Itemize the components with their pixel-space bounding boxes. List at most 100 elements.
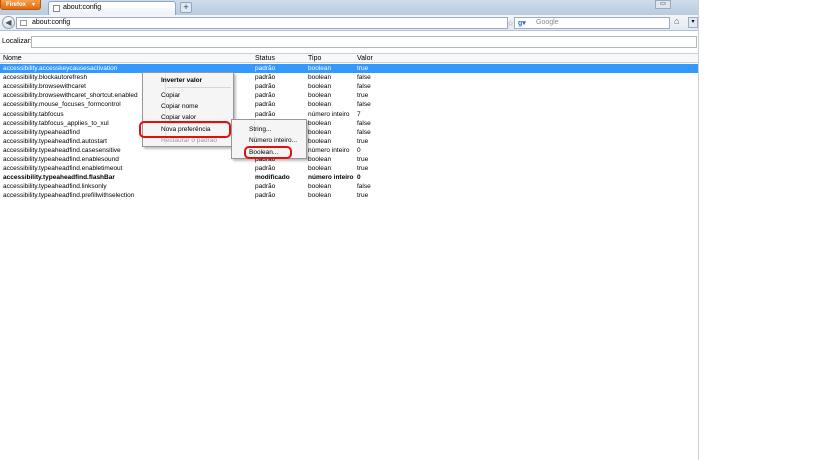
navigation-bar: ◀ about:config ☆ ↻ g▾ Google ⚲ ⌂ ▾: [0, 15, 698, 31]
menu-item-copy-name[interactable]: Copiar nome: [161, 103, 198, 110]
menu-separator: [167, 87, 231, 88]
cell-name: accessibility.typeaheadfind.linksonly: [3, 183, 107, 191]
cell-type: boolean: [308, 119, 332, 127]
search-placeholder: Google: [536, 19, 559, 26]
table-row[interactable]: accessibility.typeaheadfind.casesensitiv…: [0, 146, 698, 155]
table-row[interactable]: accessibility.tabfocus_applies_to_xulpad…: [0, 119, 698, 128]
new-tab-button[interactable]: +: [180, 2, 192, 13]
tab-title: about:config: [63, 4, 102, 11]
url-text: about:config: [32, 19, 71, 26]
cell-name: accessibility.typeaheadfind.enabletimeou…: [3, 165, 123, 173]
cell-value: true: [357, 192, 369, 200]
filter-label: Localizar:: [2, 38, 32, 45]
window-control-button[interactable]: ▭: [655, 0, 671, 9]
menu-item-toggle[interactable]: Inverter valor: [161, 77, 202, 84]
cell-type: número inteiro: [308, 110, 350, 118]
cell-name: accessibility.accesskeycausesactivation: [3, 65, 118, 72]
highlight-new-preference: [139, 121, 231, 138]
browser-window: Firefox ▼ about:config + ▭ ◀ about:confi…: [0, 0, 698, 460]
menu-item-integer[interactable]: Número inteiro...: [249, 137, 297, 144]
table-row[interactable]: accessibility.mouse_focuses_formcontrol p…: [0, 100, 698, 109]
cell-value: false: [357, 101, 371, 109]
cell-type: número inteiro: [308, 174, 354, 182]
cell-name: accessibility.typeaheadfind.enablesound: [3, 156, 119, 163]
chevron-down-icon: ▼: [31, 2, 36, 8]
cell-type: boolean: [308, 192, 332, 200]
page-icon: [53, 5, 60, 12]
google-icon[interactable]: g▾: [518, 19, 526, 27]
cell-status: padrão: [255, 83, 276, 91]
cell-type: boolean: [308, 92, 332, 100]
cell-value: false: [357, 119, 371, 127]
menu-item-copy-value[interactable]: Copiar valor: [161, 114, 196, 121]
column-header-value[interactable]: Valor: [357, 55, 373, 62]
table-row[interactable]: accessibility.typeaheadfind.enablesound p…: [0, 155, 698, 164]
menu-item-copy[interactable]: Copiar: [161, 92, 180, 99]
bookmarks-menu-icon[interactable]: ▾: [688, 17, 698, 28]
cell-value: false: [357, 183, 371, 191]
cell-status: padrão: [255, 110, 276, 118]
cell-status: padrão: [255, 65, 276, 72]
cell-value: false: [357, 74, 371, 82]
cell-value: 0: [357, 146, 361, 154]
cell-name: accessibility.typeaheadfind: [3, 128, 80, 136]
filter-bar: Localizar:: [0, 34, 698, 51]
cell-type: boolean: [308, 74, 332, 82]
cell-status: modificado: [255, 174, 290, 182]
menu-item-string[interactable]: String...: [249, 126, 271, 133]
back-arrow-icon[interactable]: ◀: [2, 16, 15, 29]
cell-type: boolean: [308, 137, 332, 145]
column-header-type[interactable]: Tipo: [308, 55, 321, 62]
cell-name: accessibility.tabfocus_applies_to_xul: [3, 119, 109, 127]
cell-type: boolean: [308, 101, 332, 109]
tab-strip: Firefox ▼ about:config + ▭: [0, 0, 698, 15]
cell-status: padrão: [255, 183, 276, 191]
table-row[interactable]: accessibility.typeaheadfind.enabletimeou…: [0, 164, 698, 173]
filter-input[interactable]: [31, 36, 697, 48]
table-row[interactable]: accessibility.accesskeycausesactivation p…: [0, 64, 698, 73]
cell-value: true: [357, 92, 369, 100]
table-row[interactable]: accessibility.browsewithcaret_shortcut.e…: [0, 91, 698, 100]
table-row[interactable]: accessibility.typeaheadfind.flashBar modi…: [0, 173, 698, 182]
cell-name: accessibility.typeaheadfind.prefillwiths…: [3, 192, 135, 200]
site-identity-icon[interactable]: [20, 20, 27, 26]
column-header-status[interactable]: Status: [255, 55, 275, 62]
cell-name: accessibility.browsewithcaret_shortcut.e…: [3, 92, 138, 100]
table-header: Nome Status Tipo Valor: [0, 53, 698, 63]
cell-type: boolean: [308, 83, 332, 91]
table-row[interactable]: accessibility.typeaheadfindpadrãoboolean…: [0, 128, 698, 137]
cell-name: accessibility.blockautorefresh: [3, 74, 88, 82]
firefox-menu-label: Firefox: [6, 2, 27, 8]
table-row[interactable]: accessibility.tabfocus padrão número intei…: [0, 110, 698, 119]
search-input[interactable]: g▾ Google ⚲: [514, 17, 670, 29]
cell-value: false: [357, 128, 371, 136]
cell-type: boolean: [308, 165, 332, 173]
scroll-cutoff: [0, 204, 698, 210]
cell-type: número inteiro: [308, 146, 350, 154]
window-edge: [698, 0, 699, 460]
table-row[interactable]: accessibility.typeaheadfind.autostartpad…: [0, 137, 698, 146]
cell-name: accessibility.browsewithcaret: [3, 83, 86, 91]
url-bar[interactable]: about:config ☆ ↻: [16, 17, 527, 29]
cell-type: boolean: [308, 183, 332, 191]
cell-type: boolean: [308, 128, 332, 136]
home-icon[interactable]: ⌂: [674, 16, 686, 28]
cell-value: true: [357, 156, 369, 163]
cell-value: true: [357, 65, 369, 72]
cell-value: true: [357, 165, 369, 173]
cell-type: boolean: [308, 65, 332, 72]
tab-about-config[interactable]: about:config: [48, 1, 176, 15]
cell-name: accessibility.typeaheadfind.flashBar: [3, 174, 115, 182]
table-row[interactable]: accessibility.blockautorefresh padrão bool…: [0, 73, 698, 82]
firefox-menu-button[interactable]: Firefox ▼: [0, 0, 41, 10]
cell-type: boolean: [308, 156, 332, 163]
table-row[interactable]: accessibility.typeaheadfind.linksonly pad…: [0, 182, 698, 191]
cell-name: accessibility.typeaheadfind.autostart: [3, 137, 107, 145]
table-row[interactable]: accessibility.browsewithcaret padrão boole…: [0, 82, 698, 91]
cell-name: accessibility.tabfocus: [3, 110, 64, 118]
cell-status: padrão: [255, 192, 276, 200]
cell-value: 0: [357, 174, 361, 182]
cell-name: accessibility.typeaheadfind.casesensitiv…: [3, 146, 121, 154]
column-header-name[interactable]: Nome: [3, 55, 22, 62]
table-row[interactable]: accessibility.typeaheadfind.prefillwiths…: [0, 191, 698, 200]
